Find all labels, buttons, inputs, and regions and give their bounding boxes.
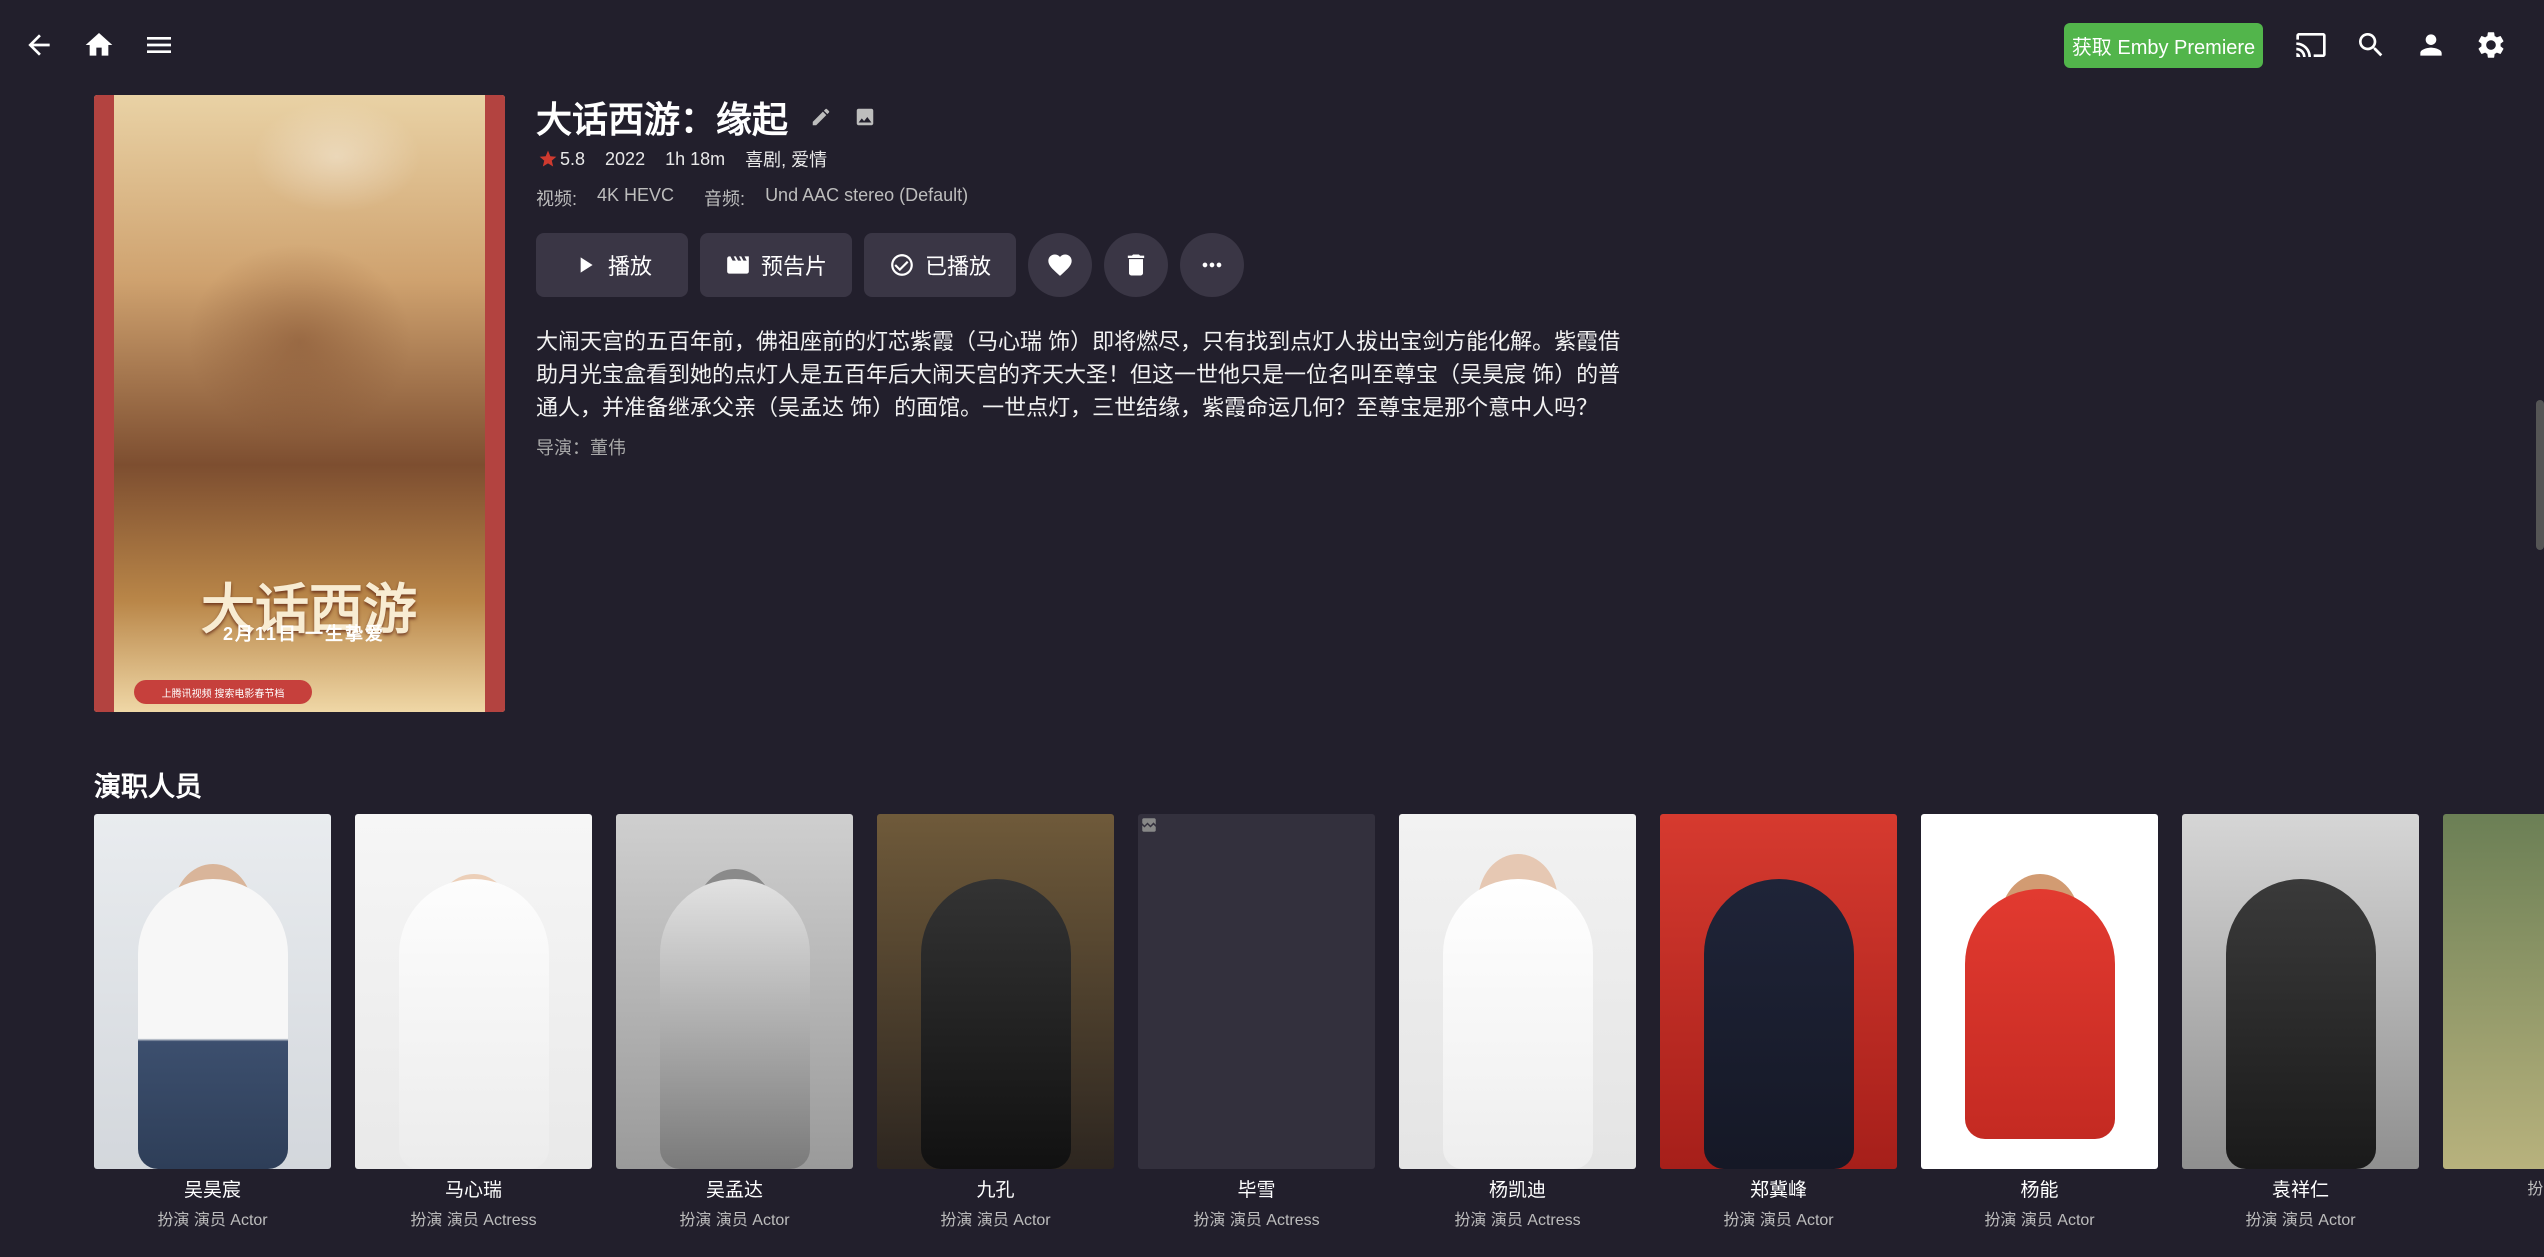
video-label: 视频: [536,189,578,209]
cast-card[interactable]: 杨凯迪 扮演 演员 Actress [1399,814,1636,1230]
cast-photo[interactable] [616,814,853,1169]
photo-body-shape [2225,879,2376,1169]
search-icon[interactable] [2347,21,2395,69]
production-year: 2022 [605,148,646,169]
cast-card[interactable]: 毕雪 扮演 演员 Actress [1138,814,1375,1230]
cast-photo[interactable] [1138,814,1375,1169]
cast-name[interactable]: 杨凯迪 [1399,1175,1636,1202]
overview-text: 大闹天宫的五百年前，佛祖座前的灯芯紫霞（马心瑞 饰）即将燃尽，只有找到点灯人拔出… [536,329,1621,420]
photo-body-shape [920,879,1071,1169]
play-label: 播放 [607,254,652,279]
home-icon[interactable] [75,21,123,69]
media-info: 5.8 2022 1h 18m 喜剧, 爱情 [538,146,847,172]
cast-name[interactable]: 马心瑞 [355,1175,592,1202]
action-buttons: 播放 预告片 已播放 [536,233,1256,297]
cast-card[interactable]: 马心瑞 扮演 演员 Actress [355,814,592,1230]
cast-list: 吴昊宸 扮演 演员 Actor 马心瑞 扮演 演员 Actress 吴孟达 扮演… [94,814,2544,1257]
photo-body-shape [659,879,810,1169]
cast-role: 扮演 演员 Actress [410,1212,537,1229]
cast-role: 扮演 演员 Actor [1984,1212,2095,1229]
photo-body-shape [1964,889,2115,1139]
settings-icon[interactable] [2467,21,2515,69]
cast-name[interactable]: 毕雪 [1138,1175,1375,1202]
poster-tag: 上腾讯视频 搜索电影春节档 [134,680,312,704]
title-row: 大话西游：缘起 [536,92,876,142]
video-value: 4K HEVC [597,185,675,205]
cast-photo[interactable] [1660,814,1897,1169]
check-circle-icon [891,254,913,276]
audio-value: Und AAC stereo (Default) [765,185,969,205]
community-rating: 5.8 [560,148,586,169]
cast-role: 扮演 演员 Actor [940,1212,1051,1229]
more-button[interactable] [1180,233,1244,297]
page-scrollbar[interactable] [2534,0,2544,560]
trailer-button[interactable]: 预告片 [700,233,852,297]
cast-card[interactable]: 袁祥仁 扮演 演员 Actor [2182,814,2419,1230]
cast-role: 扮演 演员 Actress [1454,1212,1581,1229]
cast-role: 扮演 演员 Actress [1193,1212,1320,1229]
cast-photo[interactable] [2182,814,2419,1169]
cast-icon[interactable] [2287,21,2335,69]
film-icon [727,256,749,274]
page-title: 大话西游：缘起 [536,99,789,140]
broken-image-icon [1142,818,1156,832]
audio-label: 音频: [704,189,746,209]
heart-icon [1048,254,1072,276]
star-icon [539,150,557,167]
cast-name[interactable]: 九孔 [877,1175,1114,1202]
cast-name[interactable]: 郑冀峰 [1660,1175,1897,1202]
stream-info: 视频: 4K HEVC 音频: Und AAC stereo (Default) [536,185,998,211]
cast-card[interactable]: 杨能 扮演 演员 Actor [1921,814,2158,1230]
delete-button[interactable] [1104,233,1168,297]
more-horizontal-icon [1202,262,1222,268]
get-premiere-button[interactable]: 获取 Emby Premiere [2064,23,2263,68]
photo-body-shape [1442,879,1593,1169]
edit-icon[interactable] [810,106,832,128]
cast-card[interactable]: 扮演 演员 [2443,814,2544,1199]
played-button[interactable]: 已播放 [864,233,1016,297]
image-icon[interactable] [854,106,876,128]
played-label: 已播放 [924,254,991,279]
user-icon[interactable] [2407,21,2455,69]
cast-role: 扮演 演员 Actor [679,1212,790,1229]
play-button[interactable]: 播放 [536,233,688,297]
runtime: 1h 18m [665,148,726,169]
photo-body-shape [1703,879,1854,1169]
cast-photo[interactable] [355,814,592,1169]
cast-name[interactable]: 吴昊宸 [94,1175,331,1202]
cast-section-title[interactable]: 演职人员 [94,765,202,804]
cast-role: 扮演 演员 Actor [1723,1212,1834,1229]
cast-card[interactable]: 郑冀峰 扮演 演员 Actor [1660,814,1897,1230]
cast-card[interactable]: 九孔 扮演 演员 Actor [877,814,1114,1230]
top-bar: 获取 Emby Premiere [0,0,2544,90]
play-icon [580,257,593,273]
cast-name[interactable]: 吴孟达 [616,1175,853,1202]
cast-name[interactable]: 袁祥仁 [2182,1175,2419,1202]
photo-body-shape [137,879,288,1169]
cast-name[interactable]: 杨能 [1921,1175,2158,1202]
poster-date: 2月11日 一生挚爱 [222,624,386,644]
trash-icon [1127,254,1145,276]
cast-role: 扮演 演员 [2527,1181,2544,1198]
cast-photo[interactable] [1921,814,2158,1169]
trailer-label: 预告片 [760,254,827,279]
favorite-button[interactable] [1028,233,1092,297]
director-text: 导演：董伟 [536,438,626,458]
cast-card[interactable]: 吴孟达 扮演 演员 Actor [616,814,853,1230]
back-icon[interactable] [15,21,63,69]
cast-photo[interactable] [94,814,331,1169]
genres: 喜剧, 爱情 [745,150,828,170]
cast-photo[interactable] [1399,814,1636,1169]
scrollbar-thumb[interactable] [2536,400,2544,550]
cast-photo[interactable] [2443,814,2544,1169]
movie-poster[interactable]: 大话西游 2月11日 一生挚爱 上腾讯视频 搜索电影春节档 [94,95,505,712]
photo-body-shape [398,879,549,1169]
cast-photo[interactable] [877,814,1114,1169]
cast-role: 扮演 演员 Actor [157,1212,268,1229]
cast-card[interactable]: 吴昊宸 扮演 演员 Actor [94,814,331,1230]
cast-role: 扮演 演员 Actor [2245,1212,2356,1229]
menu-icon[interactable] [135,21,183,69]
